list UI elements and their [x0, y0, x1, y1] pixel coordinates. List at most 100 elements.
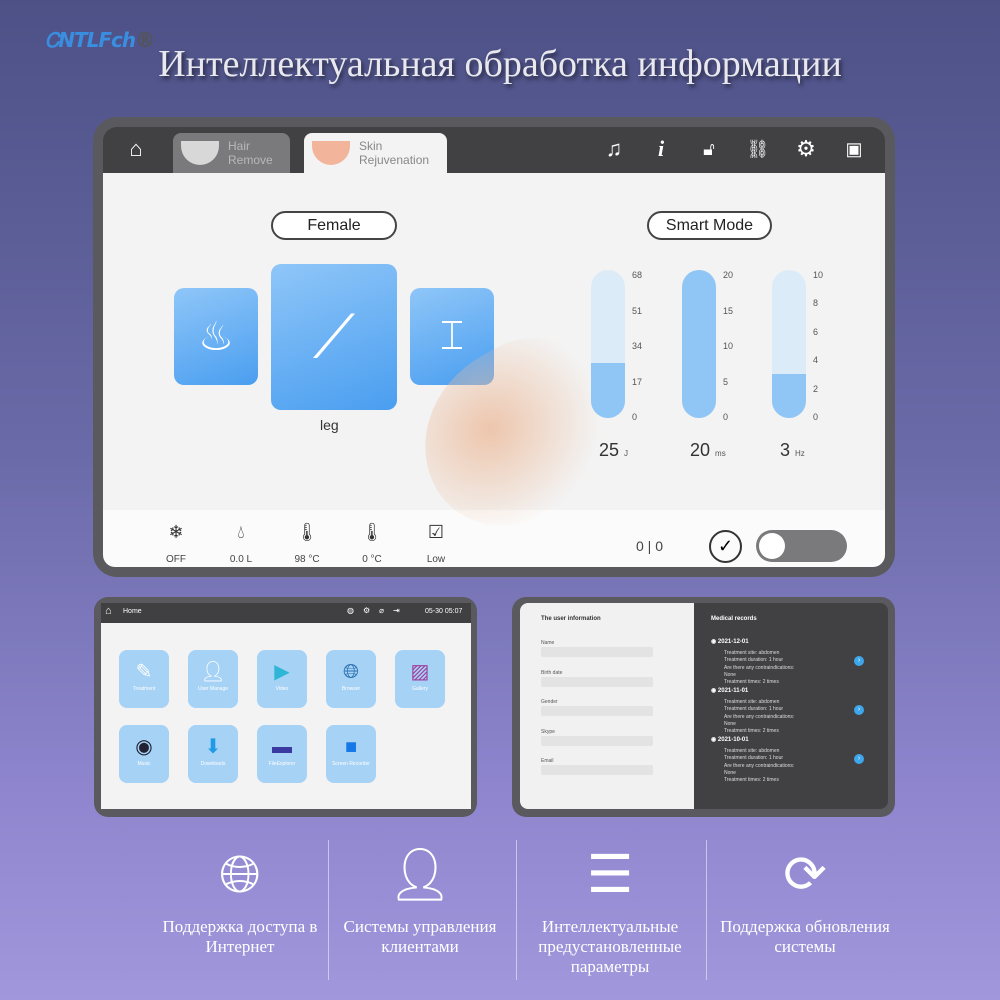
home-icon[interactable]: ⌂: [105, 605, 112, 617]
field-label: Gender: [541, 699, 558, 705]
snowflake-icon: ❄: [168, 522, 184, 542]
field-label: Skype: [541, 728, 555, 735]
gender-field[interactable]: [541, 706, 653, 716]
lock-off-icon[interactable]: 🔓︎: [696, 136, 722, 162]
slider-tick: 8: [813, 298, 819, 309]
home-top-bar: [101, 603, 471, 623]
record-open-button[interactable]: ›: [854, 656, 864, 666]
slider-tick: 15: [723, 305, 734, 316]
status-label: OFF: [166, 554, 186, 565]
tab-hair-remove[interactable]: Hair Remove: [173, 133, 290, 173]
divider: [516, 840, 517, 980]
field-label: Birth date: [541, 669, 563, 676]
unit-text: J: [624, 449, 629, 458]
value-text: 25: [599, 440, 620, 460]
skin-icon: [312, 141, 350, 165]
slider-value: 25 J: [599, 440, 628, 461]
slider-value: 20 ms: [690, 440, 726, 461]
record-date[interactable]: ◉ 2021-10-01: [711, 736, 749, 743]
unit-text: Hz: [795, 449, 805, 458]
app-user-manage[interactable]: 👤︎ User Manage: [188, 650, 238, 708]
slider-fill: [682, 270, 716, 418]
slider-tick: 5: [723, 376, 729, 387]
gear-icon[interactable]: ⚙: [793, 136, 819, 162]
link-icon[interactable]: ⛓︎: [745, 136, 771, 162]
slider-tick: 2: [813, 383, 819, 394]
status-label: 98 °C: [294, 554, 320, 565]
gender-selector[interactable]: Female: [271, 211, 397, 240]
user-icon[interactable]: ▣: [841, 136, 867, 162]
name-field[interactable]: [541, 647, 653, 657]
sliders-icon: ☰: [586, 846, 634, 904]
app-treatment[interactable]: ✎ Treatment: [119, 650, 169, 708]
slider-Hz[interactable]: [772, 270, 806, 418]
app-downloads[interactable]: ⬇ Downloads: [188, 725, 238, 783]
home-icon[interactable]: ⌂: [123, 136, 149, 162]
info-icon[interactable]: i: [648, 136, 674, 162]
pulse-counter: 0 | 0: [636, 538, 663, 554]
slider-J[interactable]: [591, 270, 625, 418]
slider-tick: 0: [813, 412, 819, 422]
slider-tick: 68: [632, 270, 643, 280]
tab-skin-rejuvenation[interactable]: Skin Rejuvenation: [304, 133, 447, 173]
slider-tick: 34: [632, 341, 643, 351]
app-browser[interactable]: 🌐︎ Browser: [326, 650, 376, 708]
app-screen-recorder[interactable]: ■ Screen Recorder: [326, 725, 376, 783]
app-icon: ◉: [135, 736, 153, 758]
field-label: Email: [541, 758, 554, 764]
value-text: 20: [690, 440, 711, 460]
user-info-title: The user information: [541, 616, 601, 622]
water-temperature-icon: 🌡︎: [295, 522, 319, 542]
status-label: 0.0 L: [229, 554, 253, 565]
feature: 🌐︎ Поддержка доступа в Интернет: [145, 845, 335, 957]
record-line: Treatment times: 2 times: [724, 728, 779, 735]
skype-field[interactable]: [541, 735, 653, 746]
app-gallery[interactable]: ▨ Gallery: [395, 650, 445, 708]
feature: 👤︎ Системы управления клиентами: [325, 845, 515, 957]
record-date[interactable]: ◉ 2021-11-01: [711, 687, 748, 694]
slider-tick: 10: [813, 270, 824, 280]
app-icon: ■: [344, 736, 358, 758]
clock: 05-30 05:07: [425, 608, 463, 615]
app-icon: ▶: [274, 661, 290, 683]
slider-tick: 0: [632, 412, 638, 422]
confirm-button[interactable]: ✓: [709, 530, 742, 563]
headline: Интеллектуальная обработка информации: [158, 43, 842, 85]
app-icon: ✎: [135, 661, 153, 683]
slider-fill: [772, 373, 806, 418]
slider-tick: 0: [723, 412, 729, 422]
slider-tick: 51: [632, 305, 643, 316]
birth-date-field[interactable]: [541, 676, 653, 687]
slider-fill: [591, 363, 625, 418]
app-icon: ▬: [272, 736, 292, 758]
home-status-icons: ◍⚙⌀⇥: [347, 606, 409, 615]
app-video[interactable]: ▶ Video: [257, 650, 307, 708]
email-field[interactable]: [541, 765, 653, 775]
slider-ms[interactable]: [682, 270, 716, 418]
value-text: 3: [780, 440, 791, 460]
app-icon: ▨: [410, 661, 430, 683]
hair-icon: [181, 141, 219, 165]
slider-tick: 6: [813, 326, 819, 337]
water-level-icon: ☑: [427, 522, 445, 542]
records-title: Medical records: [711, 616, 757, 622]
slider-value: 3 Hz: [780, 440, 805, 461]
record-line: Treatment times: 2 times: [724, 679, 779, 686]
record-date[interactable]: ◉ 2021-12-01: [711, 638, 749, 645]
app-icon: 👤︎: [200, 661, 226, 683]
area-card-leg[interactable]: ⟋: [271, 264, 397, 410]
music-icon[interactable]: ♫: [601, 136, 627, 162]
record-open-button[interactable]: ›: [854, 705, 864, 715]
area-card-face[interactable]: ♨: [174, 288, 258, 385]
mode-selector[interactable]: Smart Mode: [647, 211, 772, 240]
power-toggle[interactable]: [756, 530, 847, 562]
thermometer-icon: 🌡︎: [360, 522, 384, 542]
app-music[interactable]: ◉ Music: [119, 725, 169, 783]
slider-tick: 17: [632, 376, 643, 387]
status-label: Low: [426, 554, 446, 565]
status-label: 0 °C: [362, 554, 382, 565]
app-fileexplorer[interactable]: ▬ FileExplorer: [257, 725, 307, 783]
record-open-button[interactable]: ›: [854, 754, 864, 764]
slider-tick: 4: [813, 355, 819, 366]
app-icon: 🌐︎: [343, 661, 359, 683]
